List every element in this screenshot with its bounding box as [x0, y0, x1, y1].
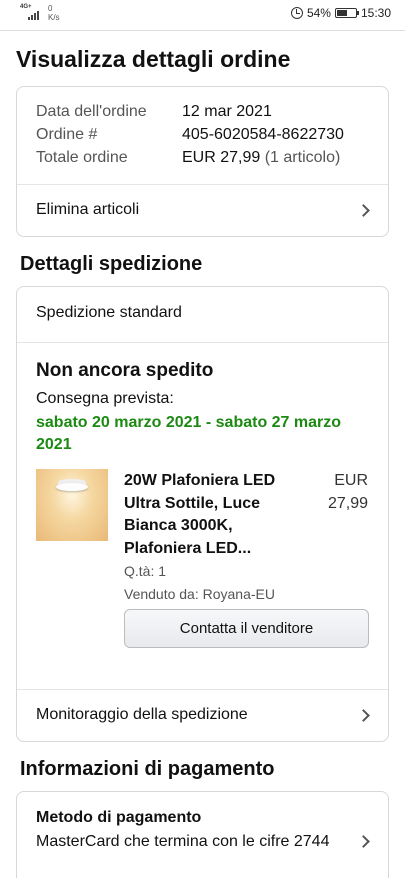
network-label: 4G+	[20, 4, 32, 10]
shipping-section-title: Dettagli spedizione	[20, 253, 203, 275]
delivery-dates: sabato 20 marzo 2021 - sabato 27 marzo 2…	[36, 414, 342, 453]
tracking-link[interactable]: Monitoraggio della spedizione	[17, 690, 388, 741]
tracking-label: Monitoraggio della spedizione	[36, 706, 248, 723]
chevron-right-icon	[357, 835, 370, 848]
speed-value: 0	[48, 4, 53, 13]
shipment-status: Non ancora spedito	[36, 360, 214, 381]
price-value: 27,99	[327, 494, 368, 512]
shipping-card: Spedizione standard Non ancora spedito C…	[16, 286, 389, 742]
payment-method-description: MasterCard che termina con le cifre 2744	[36, 833, 330, 850]
payment-section-title: Informazioni di pagamento	[20, 758, 275, 780]
price-currency: EUR	[334, 472, 368, 489]
chevron-right-icon	[357, 709, 370, 722]
product-title[interactable]: 20W Plafoniera LED Ultra Sottile, Luce B…	[124, 470, 304, 560]
order-number-label: Ordine #	[36, 126, 98, 143]
shipping-method: Spedizione standard	[36, 304, 182, 321]
order-date-label: Data dell'ordine	[36, 103, 147, 120]
product-price: EUR 27,99	[328, 470, 368, 515]
order-summary-card: Data dell'ordine 12 mar 2021 Ordine # 40…	[16, 86, 389, 237]
delete-items-link[interactable]: Elimina articoli	[17, 185, 388, 236]
page-title: Visualizza dettagli ordine	[16, 46, 291, 72]
order-total-value: EUR 27,99 (1 articolo)	[182, 149, 340, 167]
contact-seller-button[interactable]: Contatta il venditore	[124, 609, 369, 648]
order-number-row: Ordine # 405-6020584-8622730	[36, 126, 344, 144]
seller-info: Venduto da: Royana-EU	[124, 586, 275, 602]
product-image[interactable]	[36, 469, 108, 541]
payment-card[interactable]: Metodo di pagamento MasterCard che termi…	[16, 791, 389, 878]
network-speed: 0 K/s	[48, 4, 60, 22]
network-signal-icon: 4G+	[20, 4, 42, 20]
chevron-right-icon	[357, 204, 370, 217]
order-number-value: 405-6020584-8622730	[182, 126, 344, 143]
order-date-row: Data dell'ordine 12 mar 2021	[36, 103, 272, 121]
delivery-label: Consegna prevista:	[36, 390, 174, 407]
payment-method-title: Metodo di pagamento	[36, 809, 202, 826]
product-quantity: Q.tà: 1	[124, 563, 167, 579]
delete-items-label: Elimina articoli	[36, 201, 140, 218]
status-bar: 4G+ 0 K/s 54% 15:30	[0, 0, 405, 30]
battery-icon	[334, 8, 359, 18]
battery-percent: 54%	[306, 6, 331, 20]
row-divider	[17, 342, 388, 343]
status-left: 4G+ 0 K/s	[20, 4, 60, 22]
clock: 15:30	[360, 6, 391, 20]
status-divider	[0, 30, 405, 31]
speed-unit: K/s	[48, 13, 60, 22]
order-total-amount: EUR 27,99	[182, 149, 261, 166]
order-total-row: Totale ordine EUR 27,99 (1 articolo)	[36, 149, 340, 167]
status-right: 54% 15:30	[290, 6, 391, 20]
order-total-label: Totale ordine	[36, 149, 128, 166]
order-date-value: 12 mar 2021	[182, 103, 272, 120]
order-total-items: (1 articolo)	[264, 149, 341, 166]
alarm-icon	[290, 7, 303, 19]
